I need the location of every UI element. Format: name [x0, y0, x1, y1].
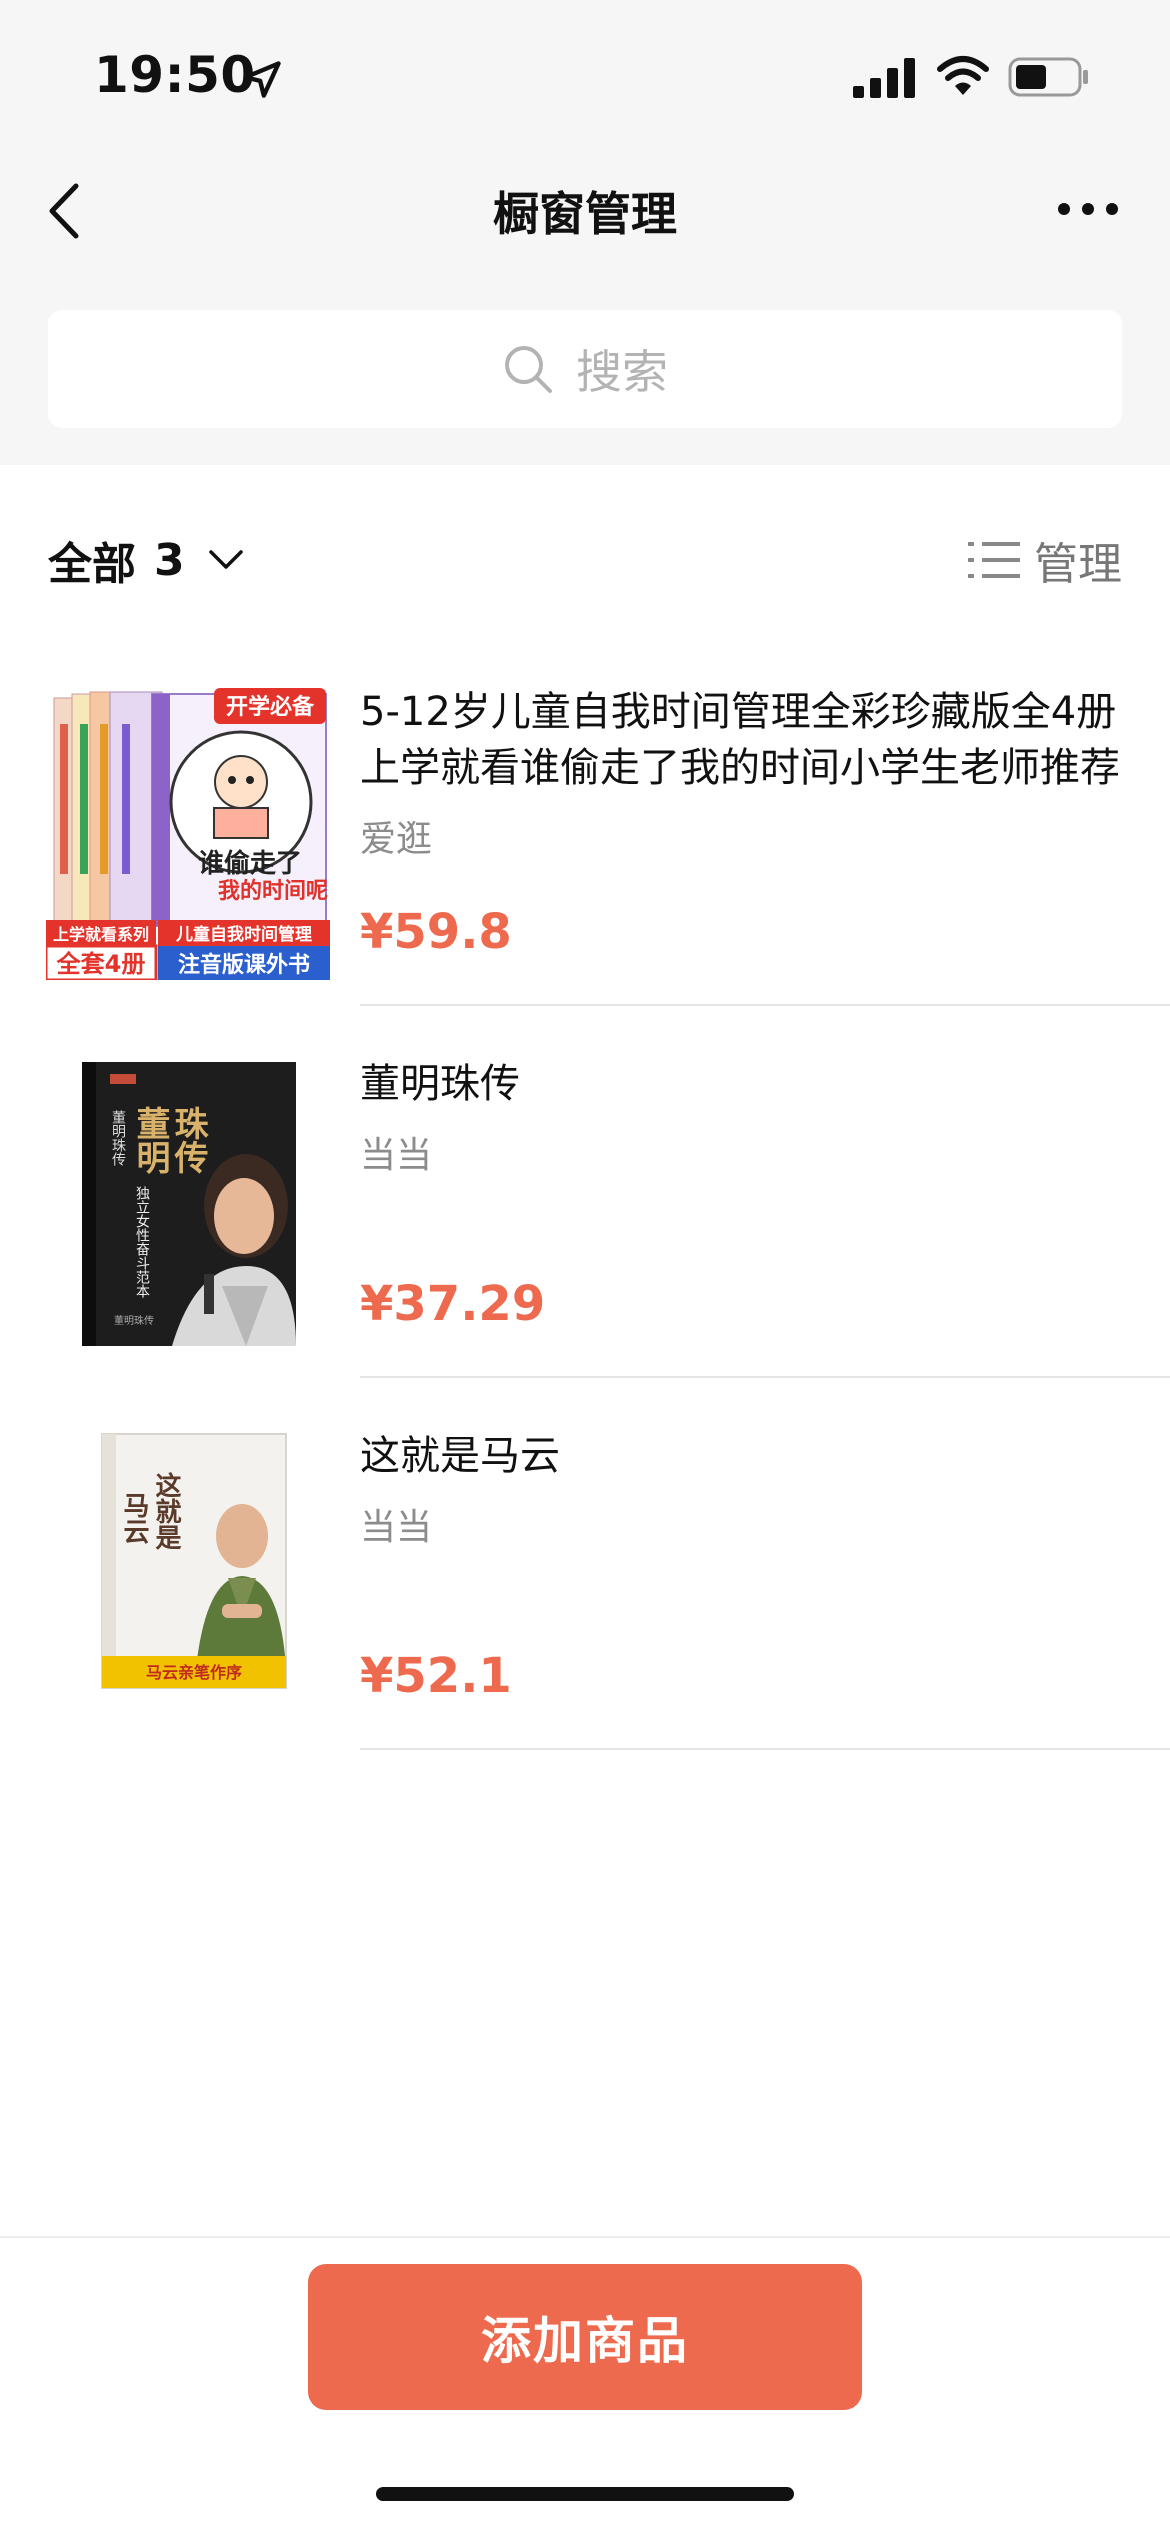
item-divider [360, 1376, 1170, 1378]
product-price: ¥59.8 [360, 904, 512, 960]
svg-text:注音版课外书: 注音版课外书 [178, 952, 310, 978]
page-title: 橱窗管理 [493, 187, 677, 241]
svg-text:董明珠传: 董明珠传 [114, 1314, 154, 1327]
navigation-bar: 橱窗管理 [0, 150, 1170, 270]
product-item[interactable]: 这就是 马云 马云亲笔作序 这就是马云 当当 ¥52.1 [0, 1428, 1170, 1800]
status-bar: 19:50 [0, 0, 1170, 150]
manage-label: 管理 [1034, 539, 1122, 590]
svg-text:马云: 马云 [119, 1492, 149, 1545]
manage-button[interactable]: 管理 [968, 528, 1122, 592]
status-time: 19:50 [94, 46, 256, 104]
battery-icon [1008, 57, 1088, 97]
product-image: 董明珠传 董明 珠传 独立女性奋斗范本 董明珠传 [46, 1056, 330, 1352]
product-seller: 当当 [360, 1135, 433, 1176]
home-indicator[interactable] [376, 2487, 794, 2501]
list-manage-icon [968, 542, 1020, 578]
svg-text:儿童自我时间管理: 儿童自我时间管理 [175, 924, 312, 945]
filter-dropdown[interactable]: 全部 3 [48, 528, 245, 592]
filter-label: 全部 [48, 539, 136, 590]
wifi-icon [937, 56, 989, 95]
cellular-signal-icon [853, 58, 915, 98]
svg-text:全套4册: 全套4册 [56, 950, 146, 978]
search-placeholder: 搜索 [576, 345, 668, 399]
search-content: 搜索 [502, 336, 668, 402]
svg-text:谁偷走了: 谁偷走了 [198, 848, 302, 879]
product-item[interactable]: 谁偷走了 我的时间呢 开学必备 上学就看系列 全套4册 儿童自我时间管理 注音版… [0, 684, 1170, 1056]
product-title: 5-12岁儿童自我时间管理全彩珍藏版全4册上学就看谁偷走了我的时间小学生老师推荐 [360, 689, 1120, 791]
svg-text:独立女性奋斗范本: 独立女性奋斗范本 [134, 1186, 150, 1298]
svg-text:董明珠传: 董明珠传 [110, 1110, 126, 1166]
chevron-down-icon [208, 550, 243, 569]
location-arrow-icon [243, 61, 281, 98]
product-image: 谁偷走了 我的时间呢 开学必备 上学就看系列 全套4册 儿童自我时间管理 注音版… [46, 684, 330, 980]
product-price: ¥37.29 [360, 1276, 546, 1332]
svg-text:董明: 董明 [130, 1106, 170, 1175]
product-title: 这就是马云 [360, 1433, 560, 1479]
svg-text:开学必备: 开学必备 [226, 694, 315, 720]
product-seller: 当当 [360, 1507, 433, 1548]
svg-text:珠传: 珠传 [168, 1106, 209, 1174]
product-title: 董明珠传 [360, 1061, 520, 1107]
item-divider [360, 1004, 1170, 1006]
product-item[interactable]: 董明珠传 董明 珠传 独立女性奋斗范本 董明珠传 董明珠传 当当 ¥37.29 [0, 1056, 1170, 1428]
product-seller: 爱逛 [360, 819, 433, 860]
product-price: ¥52.1 [360, 1648, 512, 1704]
filter-count: 3 [154, 534, 185, 586]
add-product-button[interactable]: 添加商品 [308, 2264, 862, 2410]
more-options-icon[interactable] [1056, 194, 1120, 224]
search-input[interactable]: 搜索 [48, 310, 1122, 428]
svg-text:上学就看系列: 上学就看系列 [53, 925, 149, 944]
search-icon [505, 346, 552, 393]
product-image: 这就是 马云 马云亲笔作序 [46, 1428, 330, 1724]
item-divider [360, 1748, 1170, 1750]
svg-text:马云亲笔作序: 马云亲笔作序 [146, 1663, 242, 1682]
svg-text:这就是: 这就是 [151, 1471, 181, 1551]
svg-text:我的时间呢: 我的时间呢 [218, 878, 328, 904]
